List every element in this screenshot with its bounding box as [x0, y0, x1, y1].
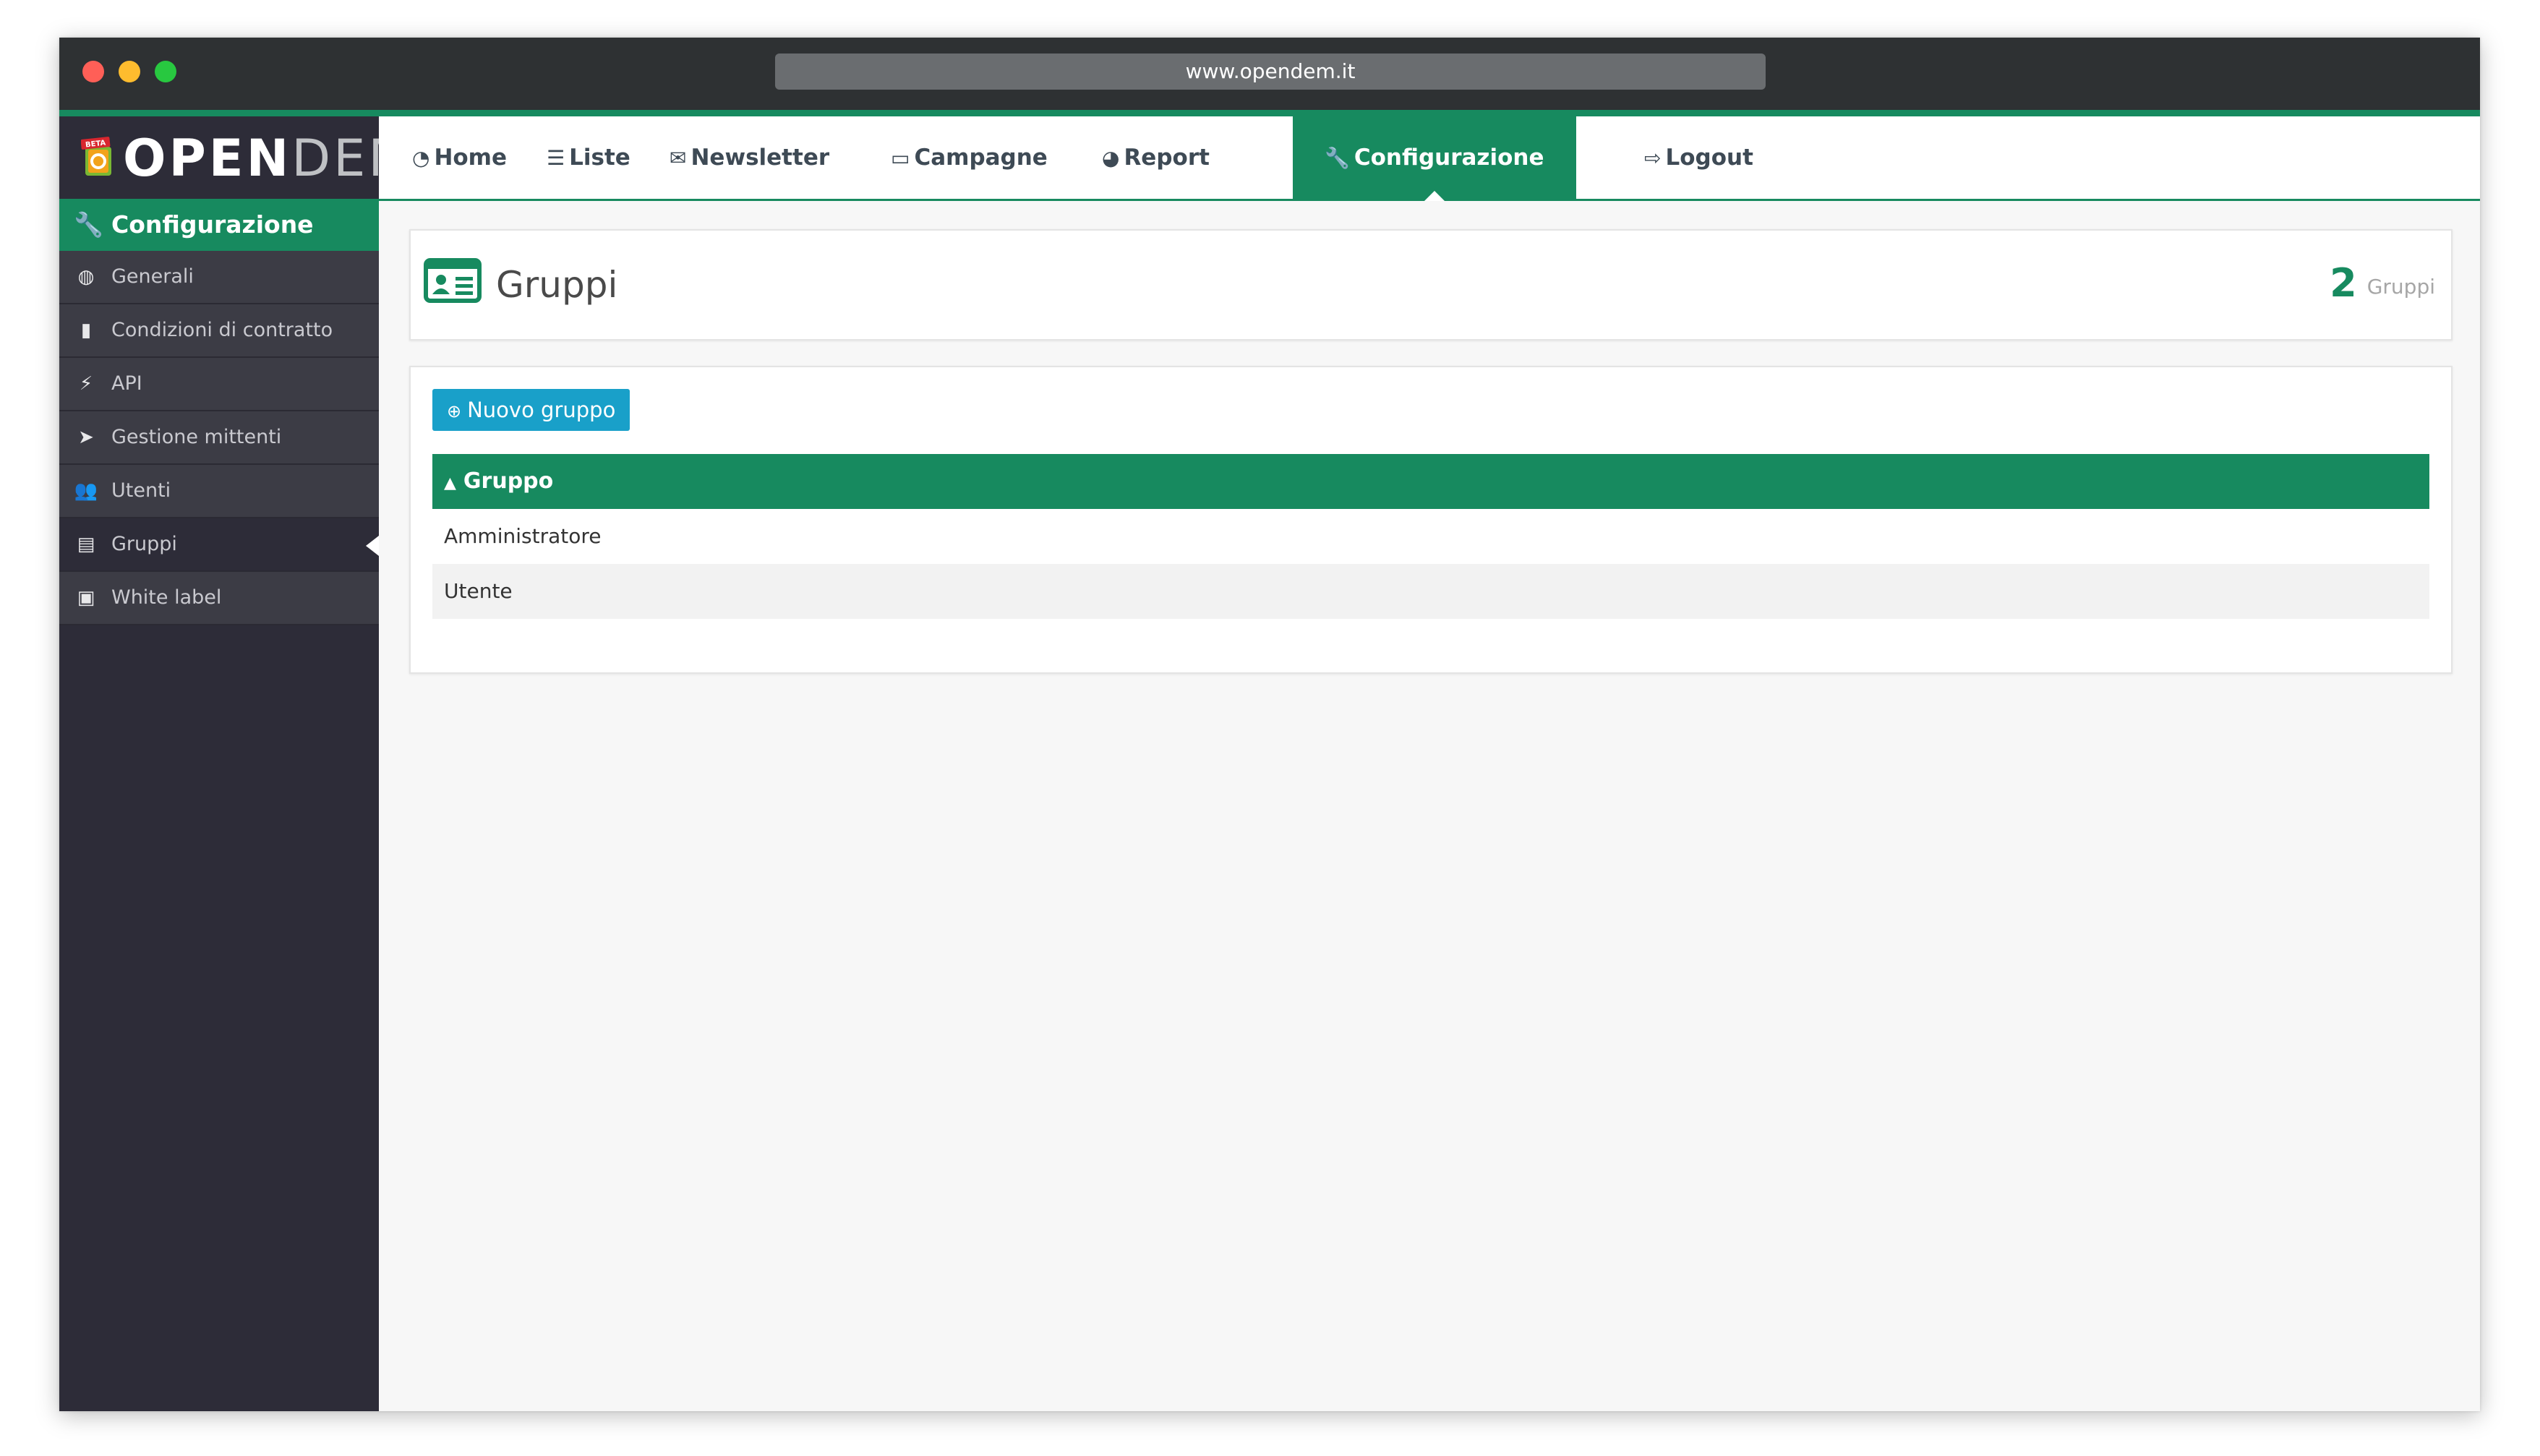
sidebar-header: 🔧 Configurazione [59, 199, 379, 251]
wrench-icon: 🔧 [1325, 146, 1350, 170]
nav-item-logout[interactable]: ⇨ Logout [1644, 116, 1753, 199]
list-icon: ☰ [547, 146, 565, 170]
browser-window: www.opendem.it BETA OPENDEM 🔧 Configuraz… [59, 38, 2480, 1411]
column-header-gruppo[interactable]: ▲ Gruppo [432, 454, 2429, 509]
nav-item-label: Liste [569, 145, 630, 171]
globe-icon: ◍ [77, 266, 95, 288]
sort-ascending-icon: ▲ [444, 474, 456, 492]
content-panel: ⊕ Nuovo gruppo ▲ Gruppo Amministratore Ute… [409, 366, 2453, 674]
logo-text: OPENDEM [123, 129, 415, 187]
nav-item-label: Newsletter [690, 145, 830, 171]
nav-item-label: Report [1124, 145, 1210, 171]
address-bar[interactable]: www.opendem.it [775, 53, 1766, 90]
table-cell-gruppo: Amministratore [444, 524, 602, 548]
sidebar-item-label: Gestione mittenti [111, 426, 282, 448]
sidebar-item-condizioni-di-contratto[interactable]: ▮ Condizioni di contratto [59, 304, 379, 358]
nav-item-home[interactable]: ◔ Home [412, 116, 507, 199]
logo-text-open: OPEN [123, 129, 292, 188]
sidebar-header-label: Configurazione [111, 210, 314, 239]
folder-icon: ▭ [891, 146, 910, 170]
dashboard-icon: ◔ [412, 146, 430, 170]
top-navbar: ◔ Home ☰ Liste ✉ Newsletter ▭ Campagne ◕ Repo… [379, 116, 2480, 201]
envelope-icon: ✉ [670, 146, 687, 170]
sidebar-item-gestione-mittenti[interactable]: ➤ Gestione mittenti [59, 411, 379, 465]
sign-out-icon: ⇨ [1644, 146, 1662, 170]
table-row[interactable]: Utente [432, 564, 2429, 619]
nav-item-label: Logout [1665, 145, 1753, 171]
pie-chart-icon: ◕ [1102, 146, 1120, 170]
nav-item-label: Campagne [914, 145, 1048, 171]
plus-circle-icon: ⊕ [447, 401, 462, 421]
page-title: Gruppi [496, 264, 618, 306]
nav-item-newsletter[interactable]: ✉ Newsletter [670, 116, 829, 199]
active-indicator-arrow [366, 536, 379, 556]
groups-table: ▲ Gruppo Amministratore Utente [432, 454, 2429, 619]
maximize-window-button[interactable] [155, 61, 176, 82]
nav-item-liste[interactable]: ☰ Liste [547, 116, 630, 199]
image-icon: ▣ [77, 587, 95, 609]
sidebar-item-label: Condizioni di contratto [111, 319, 333, 341]
sidebar-item-label: White label [111, 586, 222, 609]
sidebar-item-generali[interactable]: ◍ Generali [59, 251, 379, 304]
sidebar-item-label: Gruppi [111, 533, 177, 555]
plug-icon: ⚡ [79, 373, 93, 395]
close-window-button[interactable] [82, 61, 104, 82]
table-cell-gruppo: Utente [444, 579, 513, 603]
nav-item-report[interactable]: ◕ Report [1102, 116, 1210, 199]
browser-titlebar: www.opendem.it [59, 38, 2480, 116]
nav-item-configurazione[interactable]: 🔧 Configurazione [1293, 116, 1576, 201]
active-nav-caret [1424, 191, 1445, 201]
new-group-button-label: Nuovo gruppo [467, 398, 616, 422]
table-row[interactable]: Amministratore [432, 509, 2429, 564]
sidebar-item-label: API [111, 372, 142, 395]
paper-plane-icon: ➤ [78, 427, 94, 448]
logo-badge-icon: BETA [81, 137, 111, 176]
groups-count: 2 Gruppi [2330, 261, 2435, 315]
nav-item-label: Home [434, 145, 508, 171]
groups-count-label: Gruppi [2366, 275, 2435, 299]
groups-count-value: 2 [2330, 260, 2357, 306]
file-icon: ▮ [80, 320, 92, 341]
sidebar-item-api[interactable]: ⚡ API [59, 358, 379, 411]
sidebar-item-label: Utenti [111, 479, 171, 502]
sidebar-item-label: Generali [111, 265, 194, 288]
sidebar-item-utenti[interactable]: 👥 Utenti [59, 465, 379, 518]
sidebar: BETA OPENDEM 🔧 Configurazione ◍ Generali… [59, 116, 412, 1411]
sidebar-item-gruppi[interactable]: ▤ Gruppi [59, 518, 379, 572]
logo[interactable]: BETA OPENDEM [59, 116, 412, 199]
page-header-panel: Gruppi 2 Gruppi [409, 229, 2453, 341]
wrench-icon: 🔧 [74, 210, 104, 239]
users-icon: 👥 [74, 480, 98, 502]
minimize-window-button[interactable] [119, 61, 140, 82]
new-group-button[interactable]: ⊕ Nuovo gruppo [432, 389, 630, 431]
nav-item-label: Configurazione [1354, 145, 1544, 171]
id-card-icon [424, 258, 482, 303]
id-card-icon: ▤ [77, 534, 95, 555]
nav-item-campagne[interactable]: ▭ Campagne [891, 116, 1048, 199]
column-header-label: Gruppo [463, 468, 554, 494]
sidebar-item-white-label[interactable]: ▣ White label [59, 572, 379, 625]
